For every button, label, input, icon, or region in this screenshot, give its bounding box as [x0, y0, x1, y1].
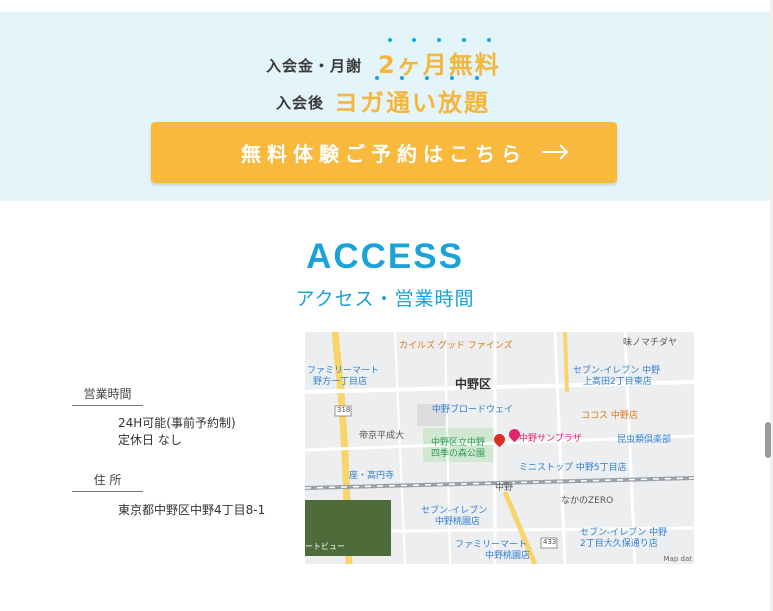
- arrow-right-icon: [542, 144, 569, 160]
- promo-line1-highlight: 2ヶ月無料: [378, 51, 501, 79]
- map-label-sunplaza: 中野サンプラザ: [519, 434, 582, 444]
- map-data-attribution: Map dat: [663, 555, 692, 563]
- map-label-seven2-sub: 中野桃園店: [435, 517, 481, 527]
- access-title: ACCESS: [306, 237, 464, 276]
- hours-heading: 営業時間: [72, 385, 143, 406]
- map-label-familymart1-sub: 野方一丁目店: [313, 377, 368, 387]
- route-433-label: 433: [543, 538, 557, 546]
- promo-line2-highlight: ヨガ通い放題: [334, 89, 490, 117]
- access-subtitle: アクセス・営業時間: [295, 288, 475, 310]
- free-trial-reserve-button[interactable]: 無料体験ご予約はこちら: [151, 122, 617, 183]
- promo-line2-prefix: 入会後: [276, 94, 325, 112]
- map-label-ministop: ミニストップ 中野5丁目店: [519, 463, 627, 473]
- cta-label: 無料体験ご予約はこちら: [241, 142, 527, 166]
- top-strip: [0, 0, 773, 12]
- google-map[interactable]: カイルズ グッド ファインズ 味ノマチダヤ ファミリーマート 野方一丁目店 セブ…: [305, 332, 694, 564]
- address-text: 東京都中野区中野4丁目8-1: [118, 503, 266, 517]
- map-label-seven1-sub: 上高田2丁目東店: [583, 377, 652, 387]
- map-label-broadway: 中野ブロードウェイ: [432, 405, 514, 415]
- hours-line2: 定休日 なし: [118, 433, 182, 447]
- address-heading: 住 所: [72, 471, 143, 492]
- streetview-thumbnail[interactable]: ートビュー: [305, 500, 391, 556]
- map-label-park-sub: 四季の森公園: [431, 449, 486, 459]
- map-label-seven3-sub: 2丁目大久保通り店: [580, 539, 658, 549]
- map-label-ajinomachi: 味ノマチダヤ: [623, 338, 678, 348]
- map-label-teikyo: 帝京平成大: [359, 431, 405, 441]
- map-label-kyles: カイルズ グッド ファインズ: [399, 341, 513, 351]
- scrollbar-thumb[interactable]: [765, 422, 771, 458]
- map-label-nakano-station: 中野: [495, 483, 514, 493]
- route-318-label: 318: [337, 406, 351, 414]
- map-label-koenji: 座・高円寺: [349, 471, 395, 481]
- map-label-nakano-ku: 中野区: [455, 377, 492, 391]
- map-label-kochu: 昆虫類倶楽部: [617, 435, 672, 445]
- streetview-label: ートビュー: [305, 542, 345, 551]
- map-label-familymart2-sub: 中野桃園店: [485, 551, 531, 561]
- hours-line1: 24H可能(事前予約制): [118, 416, 236, 430]
- map-label-cocos: ココス 中野店: [581, 411, 638, 421]
- promo-line1-prefix: 入会金・月謝: [266, 57, 363, 75]
- hours-text: 24H可能(事前予約制) 定休日 なし: [118, 415, 236, 449]
- map-label-nakano-zero: なかのZERO: [561, 496, 614, 506]
